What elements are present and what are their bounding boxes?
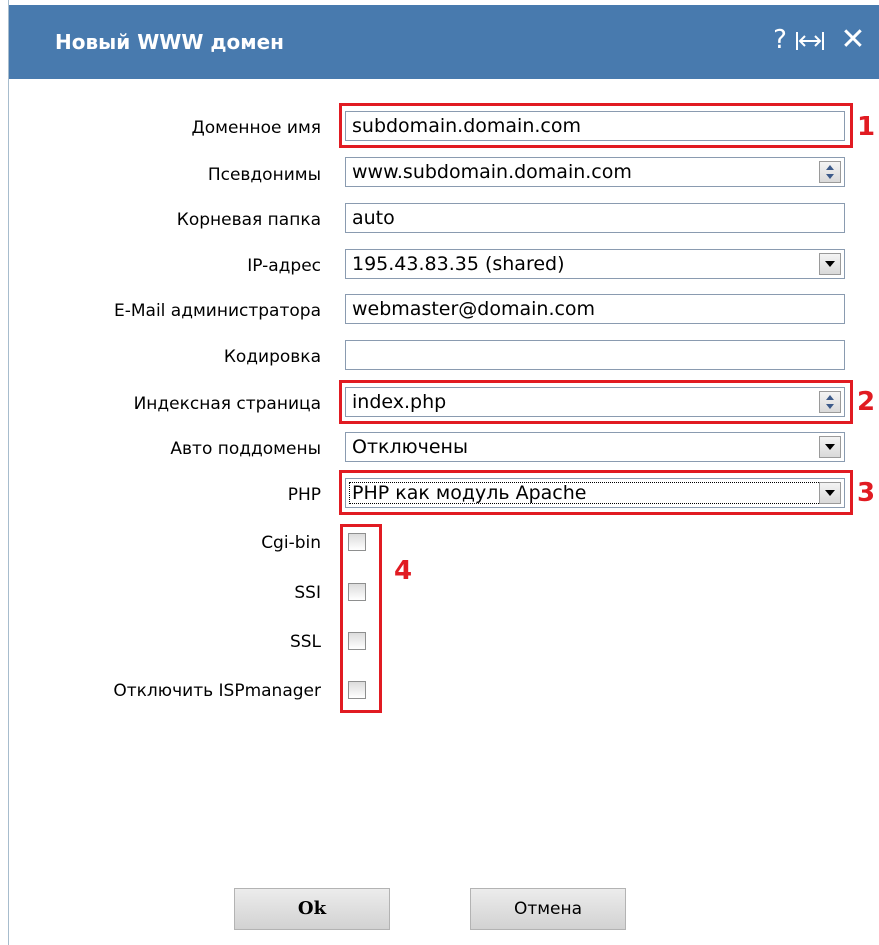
annotation-number-2: 2 [857,387,876,417]
root-label: Корневая папка [176,210,321,230]
annotation-box-3 [339,470,853,515]
charset-input[interactable] [345,340,845,370]
autosub-label: Авто поддомены [170,439,321,459]
annotation-number-4: 4 [394,556,413,586]
ip-label: IP-адрес [247,256,321,276]
ok-button[interactable]: Ok [234,888,390,930]
aliases-input[interactable]: www.subdomain.domain.com [345,157,845,187]
ssl-label: SSL [289,632,321,652]
ip-value: 195.43.83.35 (shared) [352,253,565,275]
annotation-box-2 [339,380,853,424]
dialog: Новый WWW домен ? ✕ Доменное имя subdoma… [8,0,879,945]
domain-label: Доменное имя [191,118,321,138]
root-value: auto [352,207,395,229]
dialog-titlebar: Новый WWW домен ? ✕ [9,5,879,79]
aliases-expand-icon[interactable] [819,161,841,183]
annotation-number-1: 1 [857,112,876,142]
resize-icon[interactable] [791,22,829,64]
close-icon[interactable]: ✕ [835,22,871,58]
cgi-label: Cgi-bin [261,533,321,553]
index-label: Индексная страница [133,394,321,414]
dialog-title: Новый WWW домен [55,30,284,54]
autosub-value: Отключены [352,436,468,458]
autosub-select[interactable]: Отключены [345,432,845,462]
chevron-down-icon[interactable] [819,253,841,275]
annotation-box-4 [340,524,382,713]
annotation-box-1 [339,103,853,148]
disable-isp-label: Отключить ISPmanager [113,681,321,701]
cancel-button[interactable]: Отмена [470,888,626,930]
aliases-label: Псевдонимы [207,165,321,185]
chevron-down-icon[interactable] [819,436,841,458]
email-value: webmaster@domain.com [352,298,596,320]
php-label: PHP [287,485,321,505]
charset-label: Кодировка [223,347,321,367]
email-label: E-Mail администратора [114,301,321,321]
aliases-value: www.subdomain.domain.com [352,161,632,183]
root-input[interactable]: auto [345,203,845,233]
annotation-number-3: 3 [857,478,876,508]
email-input[interactable]: webmaster@domain.com [345,294,845,324]
help-icon[interactable]: ? [769,22,791,58]
ssi-label: SSI [294,583,321,603]
ip-select[interactable]: 195.43.83.35 (shared) [345,249,845,279]
